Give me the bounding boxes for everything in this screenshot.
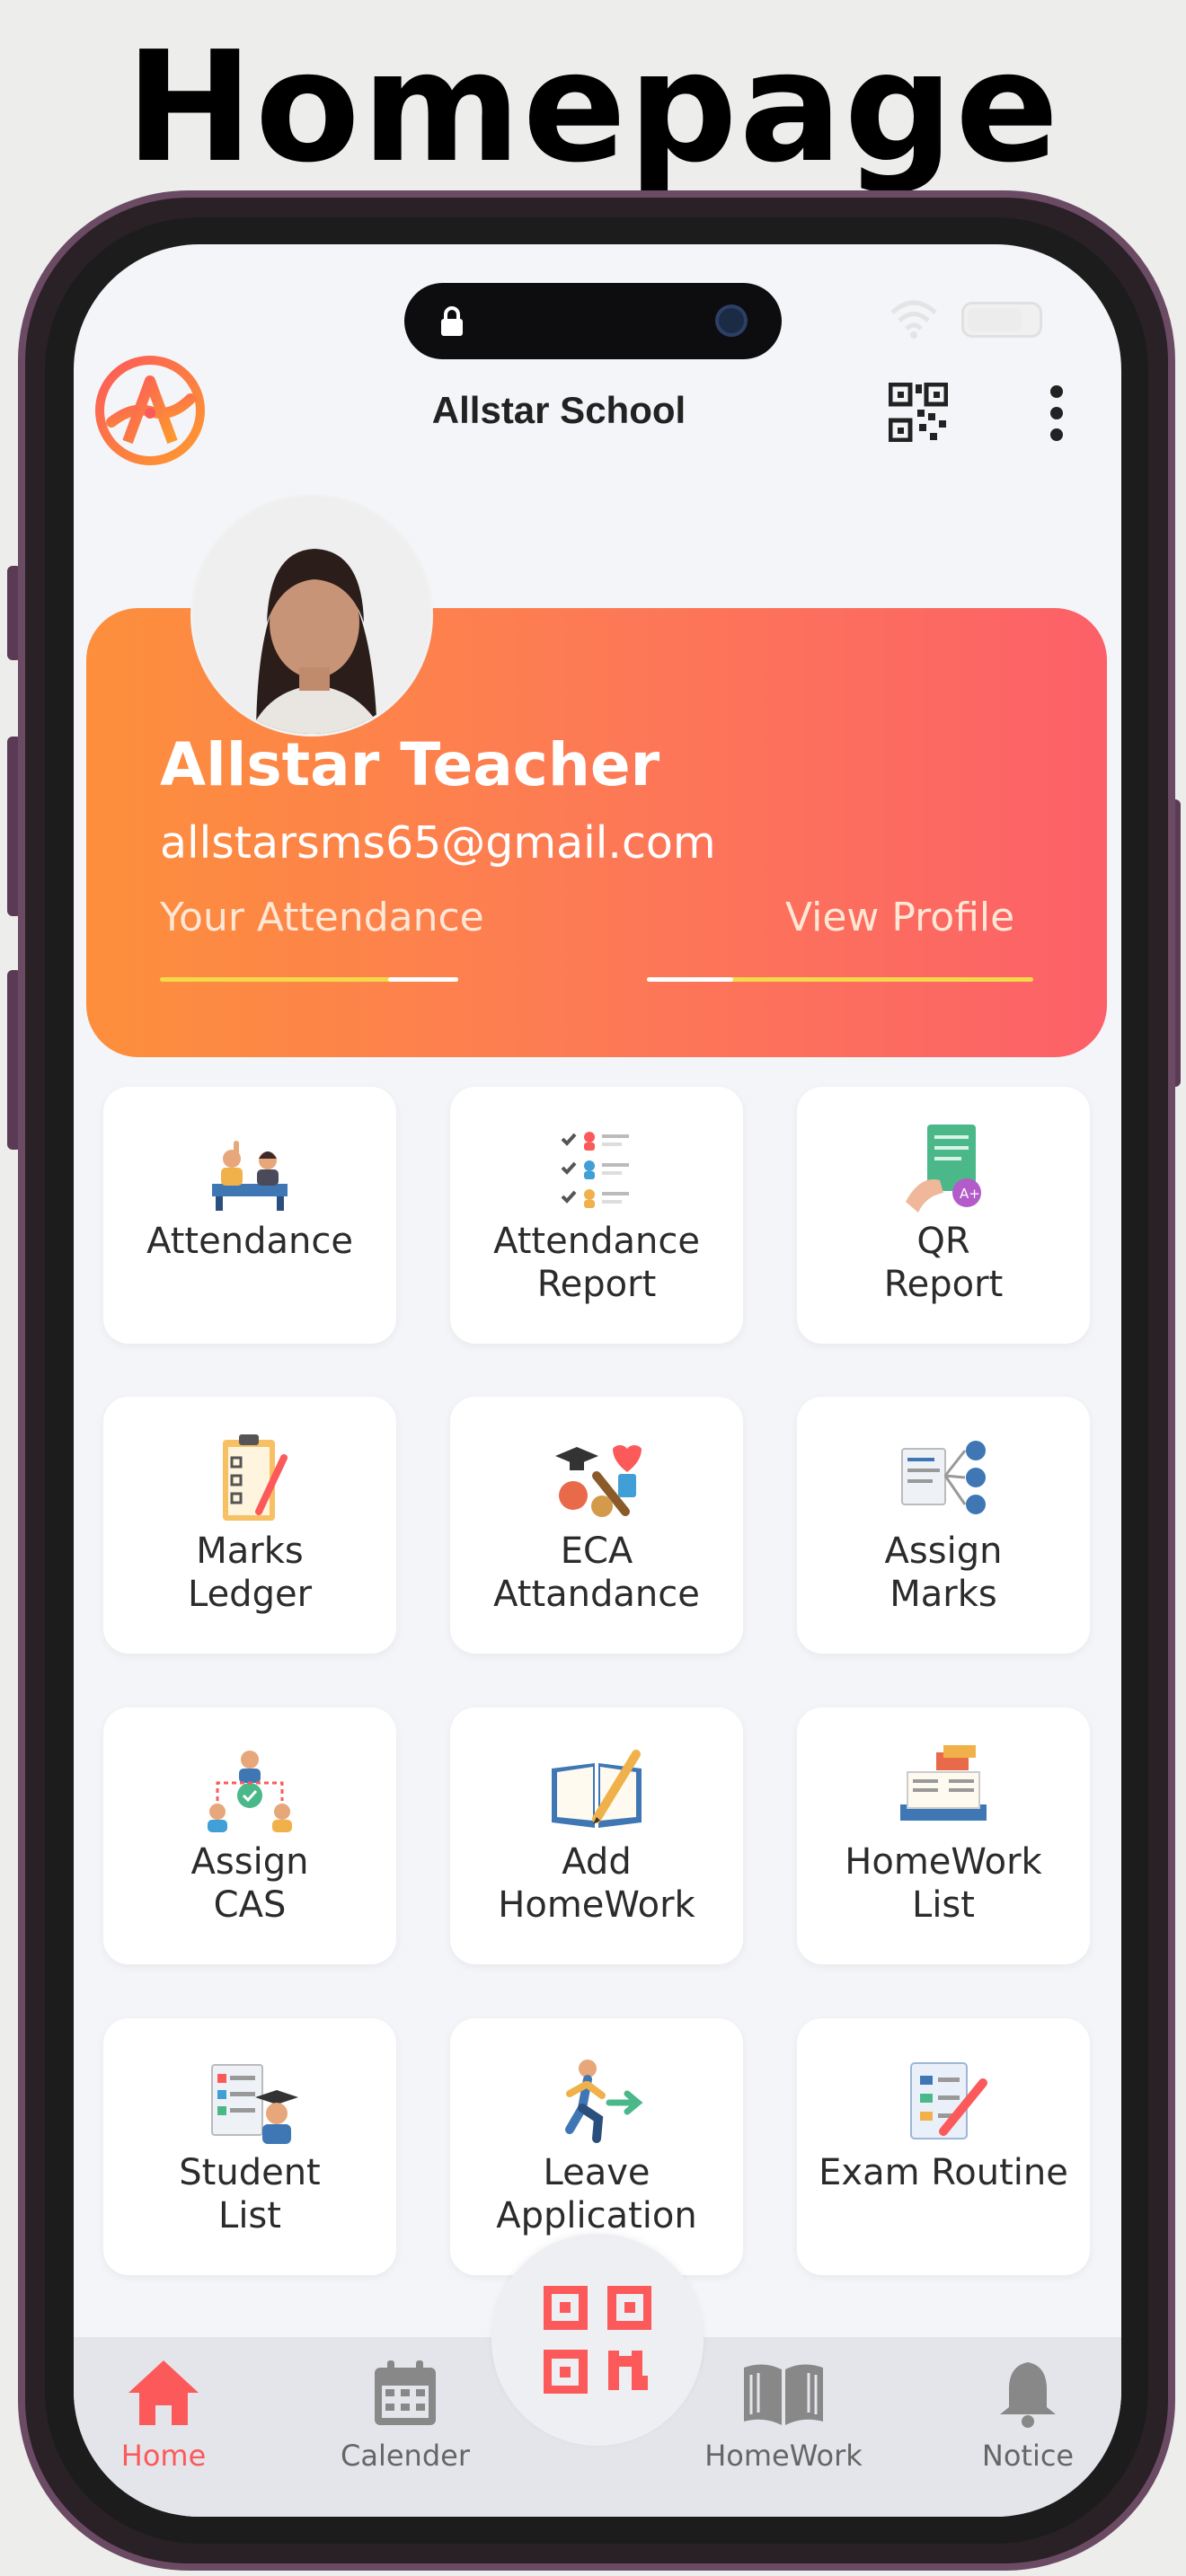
scan-qr-button[interactable]	[491, 2234, 704, 2446]
avatar-photo	[193, 497, 430, 734]
nav-homework[interactable]: HomeWork	[694, 2337, 873, 2499]
tile-label: Leave Application	[496, 2152, 697, 2236]
camera-icon	[715, 304, 748, 337]
assign-cas-icon	[208, 1751, 292, 1832]
wifi-icon	[890, 300, 937, 339]
nav-homework-label: HomeWork	[704, 2439, 863, 2473]
nav-notice[interactable]: Notice	[938, 2337, 1118, 2499]
nav-calendar[interactable]: Calender	[315, 2337, 495, 2499]
leave-application-icon	[565, 2060, 643, 2143]
battery-icon	[961, 302, 1042, 338]
app-screen: Allstar School Allstar Teacher allstarsm…	[74, 244, 1121, 2517]
school-name: Allstar School	[431, 389, 686, 431]
add-homework-icon	[552, 1750, 642, 1828]
tile-label: Attendance	[146, 1221, 353, 1262]
tile-assign-marks[interactable]: Assign Marks	[797, 1397, 1090, 1654]
your-attendance-link[interactable]: Your Attendance	[160, 891, 484, 945]
student-list-icon	[211, 2064, 298, 2144]
homework-list-icon	[900, 1745, 987, 1821]
tile-attendance-report[interactable]: Attendance Report	[450, 1087, 743, 1344]
home-icon	[128, 2360, 199, 2425]
assign-marks-icon	[901, 1441, 986, 1514]
tile-label: HomeWork List	[845, 1841, 1042, 1926]
more-options-icon[interactable]	[1048, 385, 1066, 445]
tile-attendance[interactable]: Attendance	[103, 1087, 396, 1344]
tile-qr-report[interactable]: A+ QR Report	[797, 1087, 1090, 1344]
tile-label: Add HomeWork	[498, 1841, 695, 1926]
tile-label: Student List	[179, 2152, 321, 2236]
exam-routine-icon	[910, 2062, 987, 2139]
tile-label: Assign Marks	[884, 1531, 1003, 1615]
school-logo-icon[interactable]	[92, 352, 208, 469]
qr-scan-icon	[544, 2286, 651, 2394]
teacher-name: Allstar Teacher	[160, 730, 660, 799]
qr-report-icon: A+	[906, 1125, 981, 1213]
view-profile-link[interactable]: View Profile	[785, 891, 1014, 945]
lock-icon	[441, 306, 463, 336]
nav-notice-label: Notice	[981, 2439, 1075, 2473]
attendance-report-icon	[561, 1132, 629, 1208]
tile-label: Marks Ledger	[187, 1531, 313, 1615]
tile-label: Assign CAS	[190, 1841, 309, 1926]
tile-label: ECA Attandance	[493, 1531, 700, 1615]
nav-home[interactable]: Home	[74, 2337, 253, 2499]
tile-label: Attendance Report	[493, 1221, 700, 1305]
tile-label: Exam Routine	[819, 2152, 1068, 2193]
qr-code-icon[interactable]	[889, 383, 948, 442]
nav-home-label: Home	[120, 2439, 207, 2473]
battery-level	[968, 308, 1022, 331]
tile-homework-list[interactable]: HomeWork List	[797, 1707, 1090, 1964]
attendance-icon	[212, 1141, 288, 1211]
svg-text:A+: A+	[960, 1186, 980, 1202]
your-attendance-underline-highlight	[388, 977, 458, 982]
tile-exam-routine[interactable]: Exam Routine	[797, 2018, 1090, 2275]
dynamic-island	[404, 283, 782, 359]
calendar-icon	[375, 2360, 436, 2425]
tile-label: QR Report	[883, 1221, 1004, 1305]
book-icon	[744, 2364, 823, 2425]
avatar[interactable]	[190, 494, 433, 737]
tile-add-homework[interactable]: Add HomeWork	[450, 1707, 743, 1964]
tile-eca-attendance[interactable]: ECA Attandance	[450, 1397, 743, 1654]
page-heading: Homepage	[125, 19, 1061, 197]
tile-marks-ledger[interactable]: Marks Ledger	[103, 1397, 396, 1654]
bell-icon	[1000, 2362, 1056, 2428]
eca-icon	[555, 1445, 642, 1517]
tile-student-list[interactable]: Student List	[103, 2018, 396, 2275]
teacher-email: allstarsms65@gmail.com	[160, 817, 716, 869]
marks-ledger-icon	[223, 1434, 288, 1521]
nav-calendar-label: Calender	[341, 2439, 470, 2473]
view-profile-underline-highlight	[647, 977, 733, 982]
tile-assign-cas[interactable]: Assign CAS	[103, 1707, 396, 1964]
